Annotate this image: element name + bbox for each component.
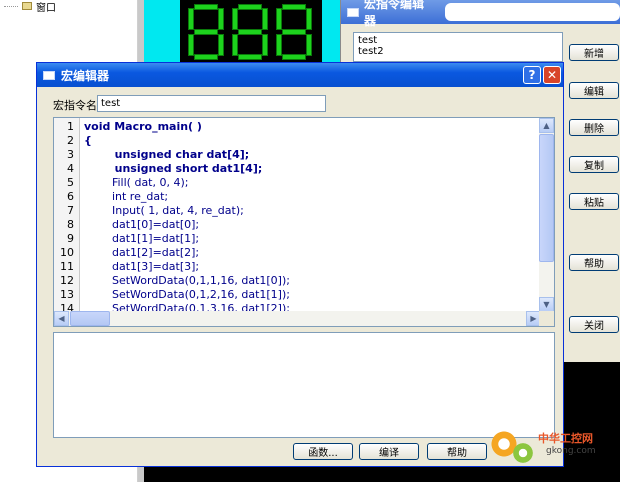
copy-button[interactable]: 复制 — [569, 156, 619, 173]
code-line: Fill( dat, 0, 4); — [84, 176, 189, 189]
code-line: void Macro_main( ) — [84, 120, 202, 133]
line-number: 10 — [60, 246, 74, 259]
line-number-gutter: 1 2 3 4 5 6 7 8 9 10 11 12 13 14 — [54, 118, 80, 315]
code-line: dat1[2]=dat[2]; — [84, 246, 200, 259]
functions-button[interactable]: 函数... — [293, 443, 353, 460]
editor-help-button[interactable]: 帮助 — [427, 443, 487, 460]
line-number: 5 — [67, 176, 74, 189]
line-number: 3 — [67, 148, 74, 161]
seven-segment-display — [180, 0, 322, 62]
horizontal-scrollbar[interactable]: ◀ ▶ — [54, 311, 541, 326]
close-button[interactable]: 关闭 — [569, 316, 619, 333]
code-editor[interactable]: 1 2 3 4 5 6 7 8 9 10 11 12 13 14 void Ma… — [53, 117, 555, 327]
code-line: dat1[0]=dat[0]; — [84, 218, 200, 231]
macro-command-titlebar[interactable]: 宏指令编辑器 — [341, 0, 620, 28]
macro-command-title: 宏指令编辑器 — [363, 0, 424, 28]
scrollbar-corner — [539, 311, 554, 326]
code-line: int re_dat; — [84, 190, 169, 203]
macro-list-item[interactable]: test — [358, 35, 558, 46]
macro-name-input[interactable] — [97, 95, 326, 112]
code-line: dat1[1]=dat[1]; — [84, 232, 200, 245]
vertical-scroll-thumb[interactable] — [539, 134, 554, 262]
line-number: 6 — [67, 190, 74, 203]
code-line: { — [84, 134, 92, 147]
titlebar-mask — [444, 3, 620, 21]
compile-output-area[interactable] — [53, 332, 555, 438]
scroll-up-icon[interactable]: ▲ — [539, 118, 554, 133]
horizontal-scroll-thumb[interactable] — [70, 311, 110, 326]
line-number: 1 — [67, 120, 74, 133]
macro-name-label: 宏指令名 — [53, 99, 97, 112]
macro-editor-titlebar[interactable]: 宏编辑器 — [37, 63, 563, 87]
code-line: SetWordData(0,1,1,16, dat1[0]); — [84, 274, 290, 287]
line-number: 2 — [67, 134, 74, 147]
segment-digit — [230, 2, 270, 60]
macro-list[interactable]: test test2 — [353, 32, 563, 62]
line-number: 4 — [67, 162, 74, 175]
close-icon[interactable]: ✕ — [543, 66, 561, 84]
help-button[interactable]: 帮助 — [569, 254, 619, 271]
window-icon — [43, 70, 55, 80]
watermark-url: gkong.com — [546, 446, 596, 456]
vertical-scrollbar[interactable]: ▲ ▼ — [539, 118, 554, 312]
edit-button[interactable]: 编辑 — [569, 82, 619, 99]
macro-editor-dialog: 宏编辑器 ? ✕ 宏指令名 1 2 3 4 5 6 7 8 9 10 11 12… — [36, 62, 564, 467]
code-line: unsigned char dat[4]; — [84, 148, 250, 161]
line-number: 13 — [60, 288, 74, 301]
segment-digit — [274, 2, 314, 60]
code-line: unsigned short dat1[4]; — [84, 162, 263, 175]
macro-list-item[interactable]: test2 — [358, 46, 558, 57]
code-line: Input( 1, dat, 4, re_dat); — [84, 204, 244, 217]
tree-item-label: 窗口 — [36, 2, 56, 14]
line-number: 12 — [60, 274, 74, 287]
watermark-text: 中华工控网 — [538, 432, 593, 445]
watermark-logo: 中华工控网 gkong.com — [488, 426, 618, 476]
delete-button[interactable]: 删除 — [569, 119, 619, 136]
line-number: 9 — [67, 232, 74, 245]
scroll-left-icon[interactable]: ◀ — [54, 311, 69, 326]
segment-digit — [186, 2, 226, 60]
line-number: 8 — [67, 218, 74, 231]
compile-button[interactable]: 编译 — [359, 443, 419, 460]
code-line: dat1[3]=dat[3]; — [84, 260, 200, 273]
tree-connector — [4, 5, 18, 7]
line-number: 7 — [67, 204, 74, 217]
line-number: 11 — [60, 260, 74, 273]
folder-icon — [22, 2, 32, 10]
help-icon[interactable]: ? — [523, 66, 541, 84]
macro-editor-title: 宏编辑器 — [61, 68, 110, 83]
tree-item-window[interactable]: 窗口 — [4, 0, 56, 14]
scroll-down-icon[interactable]: ▼ — [539, 297, 554, 312]
paste-button[interactable]: 粘贴 — [569, 193, 619, 210]
add-button[interactable]: 新增 — [569, 44, 619, 61]
gear-icon — [512, 442, 534, 464]
window-icon — [347, 7, 359, 17]
code-line: SetWordData(0,1,2,16, dat1[1]); — [84, 288, 290, 301]
